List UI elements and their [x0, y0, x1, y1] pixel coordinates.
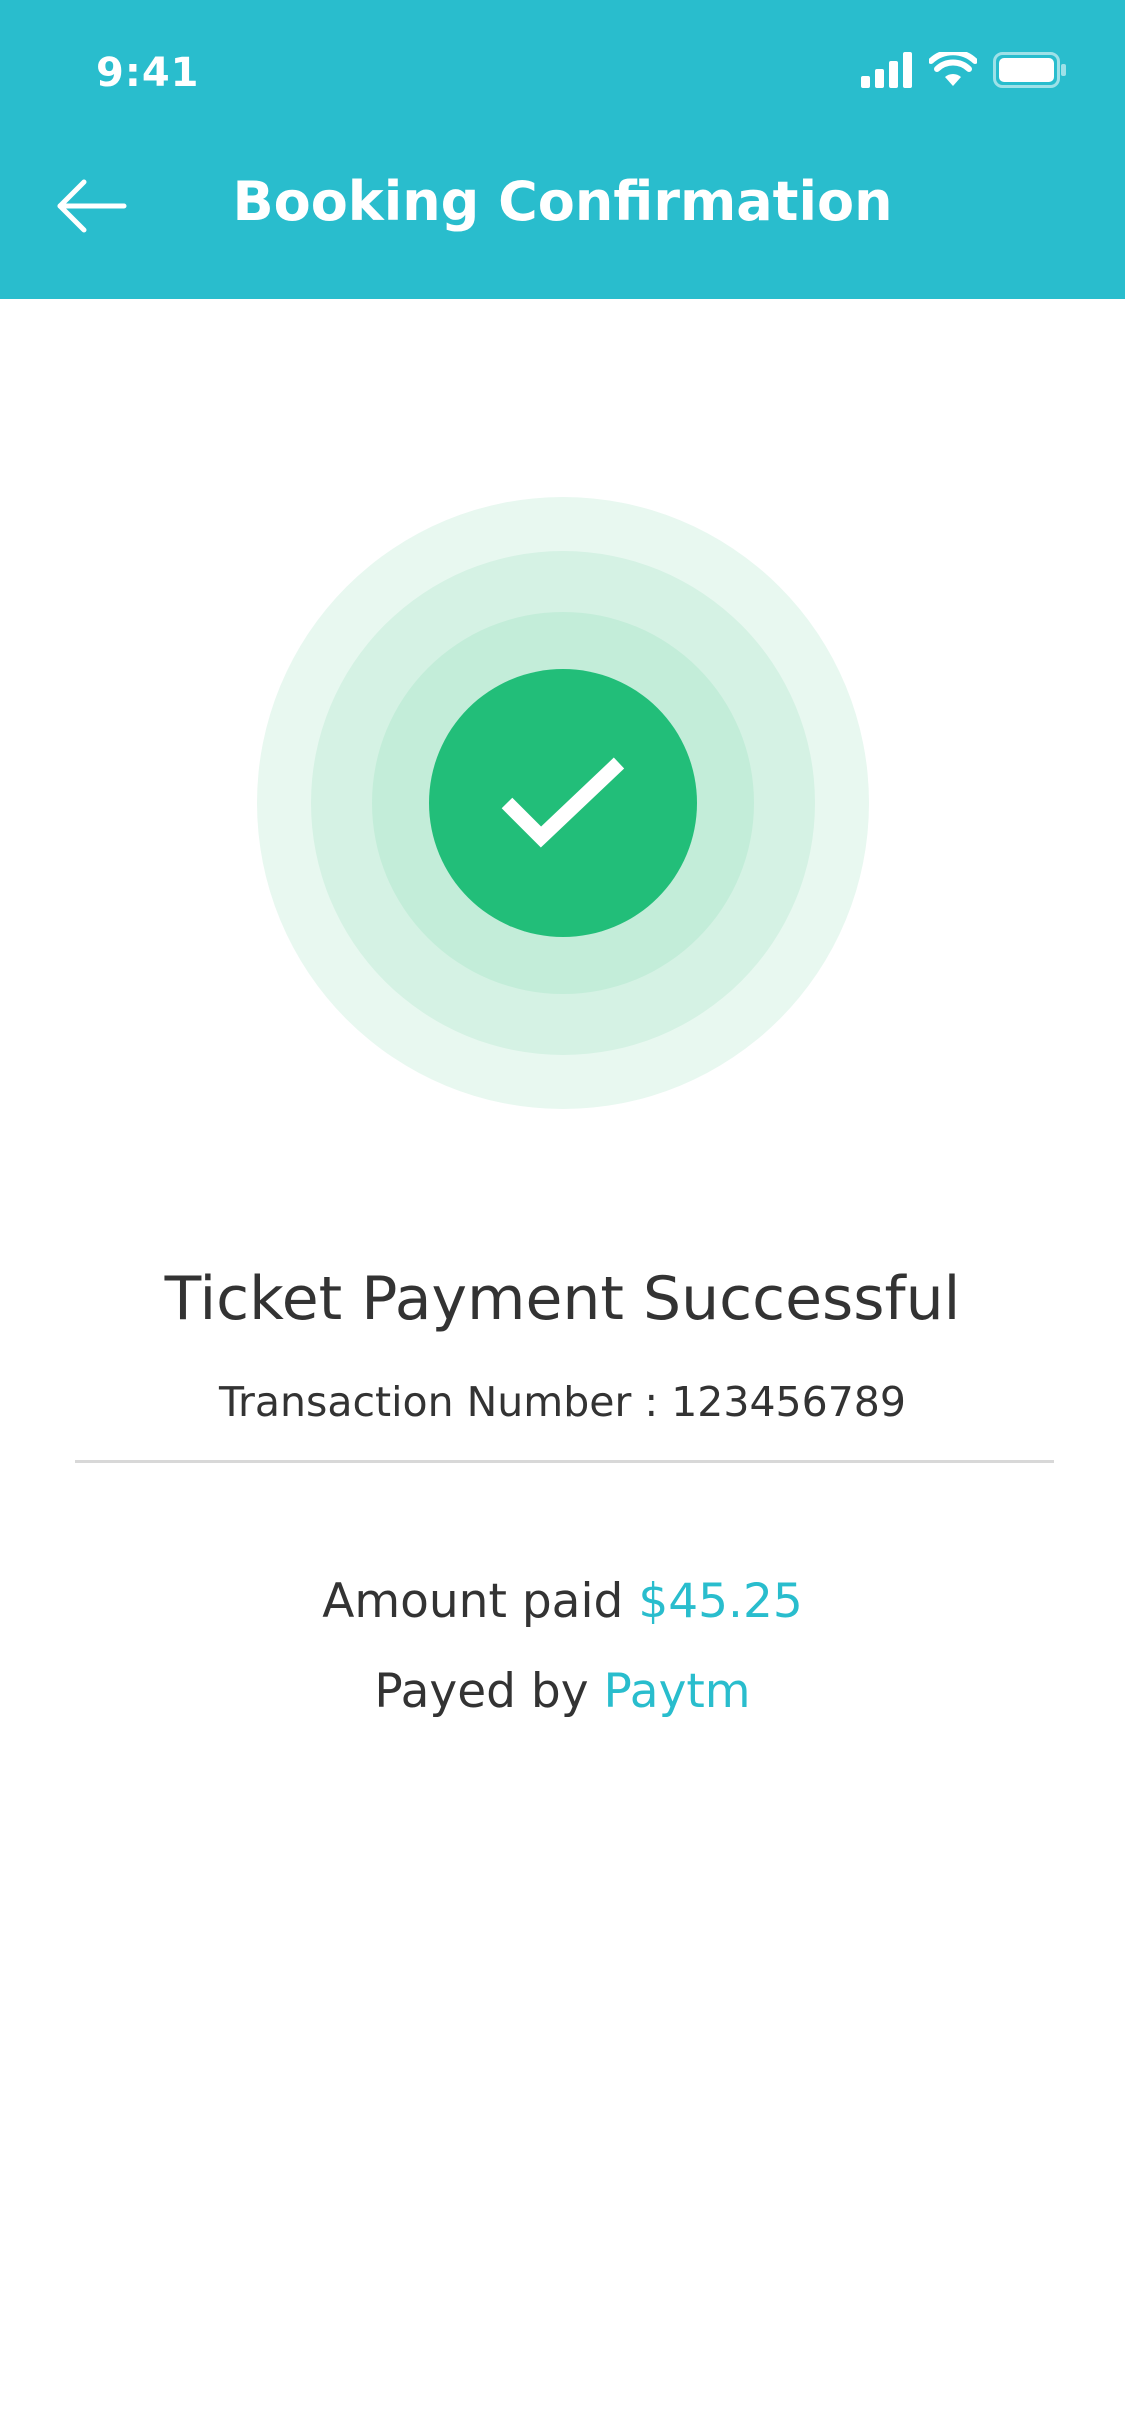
- amount-paid-label: Amount paid: [322, 1574, 624, 1629]
- amount-paid-value: $45.25: [638, 1574, 803, 1629]
- cellular-signal-icon: [861, 52, 912, 88]
- divider: [75, 1460, 1054, 1463]
- success-title: Ticket Payment Successful: [164, 1264, 961, 1334]
- amount-paid-line: Amount paid $45.25: [0, 1574, 1125, 1629]
- booking-confirmation-screen: 9:41 Booking Confirmation Ticket Payment…: [0, 0, 1125, 2436]
- payed-by-value: Paytm: [603, 1664, 751, 1719]
- success-indicator: [257, 497, 869, 1109]
- page-title: Booking Confirmation: [232, 170, 893, 233]
- wifi-icon: [929, 52, 977, 86]
- transaction-number: Transaction Number : 123456789: [219, 1378, 906, 1426]
- payed-by-label: Payed by: [374, 1664, 589, 1719]
- checkmark-icon: [501, 757, 625, 848]
- battery-icon: [993, 52, 1066, 88]
- payed-by-line: Payed by Paytm: [0, 1664, 1125, 1719]
- status-icons: [861, 52, 1085, 92]
- app-header: 9:41 Booking Confirmation: [0, 0, 1125, 299]
- status-time: 9:41: [96, 50, 200, 96]
